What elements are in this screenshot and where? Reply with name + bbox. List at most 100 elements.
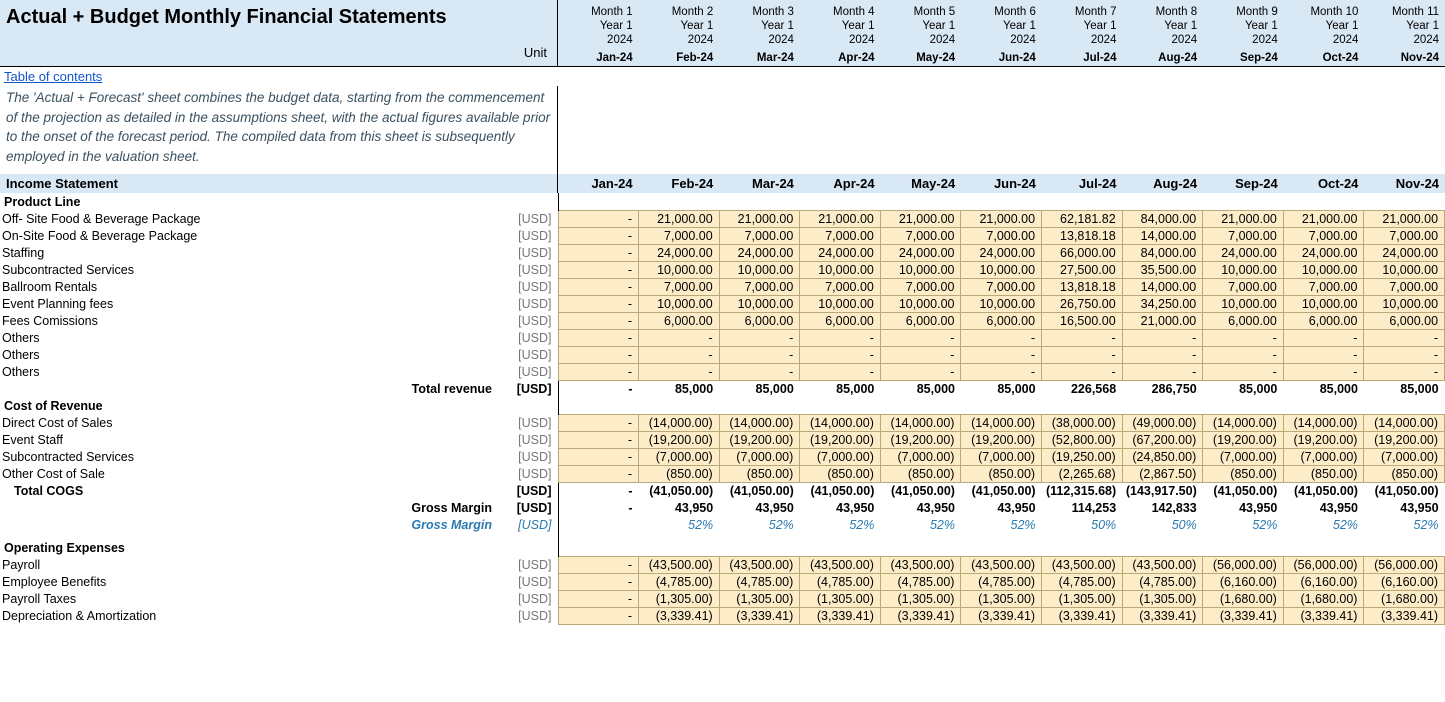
cell: - [558, 295, 639, 312]
opex-header: Operating Expenses [0, 539, 1445, 556]
section-month-col: Jan-24 [558, 174, 639, 193]
cell [880, 539, 961, 556]
cell: 7,000.00 [639, 227, 720, 244]
cell: 10,000.00 [1283, 261, 1364, 278]
cell: (52,800.00) [1042, 431, 1123, 448]
cell: (4,785.00) [1042, 573, 1123, 590]
cell: (19,250.00) [1042, 448, 1123, 465]
cell: - [558, 573, 639, 590]
cell: - [558, 329, 639, 346]
cell: (850.00) [961, 465, 1042, 482]
period-header-col: Month 6Year 12024Jun-24 [961, 0, 1042, 66]
cell: (1,680.00) [1203, 590, 1284, 607]
row-label: Payroll [0, 556, 498, 573]
cell: - [880, 346, 961, 363]
cell: (19,200.00) [1283, 431, 1364, 448]
cost-row: Subcontracted Services[USD]-(7,000.00)(7… [0, 448, 1445, 465]
cell [639, 397, 720, 414]
cell: (14,000.00) [1364, 414, 1445, 431]
cell: (143,917.50) [1122, 482, 1203, 499]
cell: 52% [1203, 516, 1284, 533]
row-label: Off- Site Food & Beverage Package [0, 210, 498, 227]
row-label: Subcontracted Services [0, 448, 498, 465]
row-label: Subcontracted Services [0, 261, 498, 278]
toc-link[interactable]: Table of contents [0, 67, 106, 86]
page-title: Actual + Budget Monthly Financial Statem… [6, 4, 551, 29]
cell: 85,000 [1283, 380, 1364, 397]
period-header-col: Month 8Year 12024Aug-24 [1122, 0, 1203, 66]
cell: (2,867.50) [1122, 465, 1203, 482]
product-row: Subcontracted Services[USD]-10,000.0010,… [0, 261, 1445, 278]
row-label: Payroll Taxes [0, 590, 498, 607]
cell: (43,500.00) [719, 556, 800, 573]
cell: - [800, 346, 881, 363]
cell: - [558, 590, 639, 607]
cell: 10,000.00 [961, 261, 1042, 278]
cell: (3,339.41) [1203, 607, 1284, 624]
cell: (1,305.00) [1042, 590, 1123, 607]
cell: 24,000.00 [639, 244, 720, 261]
cell: (41,050.00) [639, 482, 720, 499]
product-row: Fees Comissions[USD]-6,000.006,000.006,0… [0, 312, 1445, 329]
cell: 43,950 [961, 499, 1042, 516]
row-label: Employee Benefits [0, 573, 498, 590]
row-unit: [USD] [498, 363, 558, 380]
row-label: Gross Margin [0, 499, 498, 516]
cell: (19,200.00) [800, 431, 881, 448]
row-unit: [USD] [498, 414, 558, 431]
row-unit: [USD] [498, 431, 558, 448]
cell: 43,950 [1364, 499, 1445, 516]
cell: (3,339.41) [639, 607, 720, 624]
cell: 26,750.00 [1042, 295, 1123, 312]
row-unit: [USD] [498, 227, 558, 244]
cell: 66,000.00 [1042, 244, 1123, 261]
financial-grid: Product LineOff- Site Food & Beverage Pa… [0, 193, 1445, 625]
cell: (24,850.00) [1122, 448, 1203, 465]
cell: - [558, 346, 639, 363]
cell: (19,200.00) [1364, 431, 1445, 448]
cell: 85,000 [719, 380, 800, 397]
cell: (7,000.00) [880, 448, 961, 465]
cell [1203, 193, 1284, 210]
product-row: On-Site Food & Beverage Package[USD]-7,0… [0, 227, 1445, 244]
cell: 10,000.00 [1203, 261, 1284, 278]
cell: 24,000.00 [880, 244, 961, 261]
period-header-col: Month 10Year 12024Oct-24 [1284, 0, 1365, 66]
cell: (43,500.00) [880, 556, 961, 573]
section-month-col: Jun-24 [961, 174, 1042, 193]
cell: 21,000.00 [1364, 210, 1445, 227]
row-label: Ballroom Rentals [0, 278, 498, 295]
cell: (3,339.41) [1364, 607, 1445, 624]
cell: 14,000.00 [1122, 278, 1203, 295]
cell: - [961, 329, 1042, 346]
cell: (43,500.00) [1042, 556, 1123, 573]
cell: (850.00) [719, 465, 800, 482]
cell: (14,000.00) [961, 414, 1042, 431]
section-month-col: Jul-24 [1042, 174, 1123, 193]
section-month-col: Sep-24 [1203, 174, 1284, 193]
row-label: Operating Expenses [0, 539, 498, 556]
cell [1283, 397, 1364, 414]
cell: (7,000.00) [719, 448, 800, 465]
period-header-col: Month 9Year 12024Sep-24 [1203, 0, 1284, 66]
cell: (43,500.00) [961, 556, 1042, 573]
cell: 10,000.00 [880, 261, 961, 278]
cell: (14,000.00) [639, 414, 720, 431]
row-label: Direct Cost of Sales [0, 414, 498, 431]
cell: 24,000.00 [719, 244, 800, 261]
cell [558, 397, 639, 414]
row-unit [498, 193, 558, 210]
cell: (43,500.00) [1122, 556, 1203, 573]
row-unit: [USD] [498, 210, 558, 227]
cell: 14,000.00 [1122, 227, 1203, 244]
period-headers: Month 1Year 12024Jan-24Month 2Year 12024… [558, 0, 1445, 66]
cell: 84,000.00 [1122, 244, 1203, 261]
cell: - [880, 363, 961, 380]
row-unit: [USD] [498, 499, 558, 516]
row-unit: [USD] [498, 465, 558, 482]
cell: 7,000.00 [719, 227, 800, 244]
cell: - [558, 556, 639, 573]
cell: 24,000.00 [1203, 244, 1284, 261]
cell: (14,000.00) [800, 414, 881, 431]
cell [961, 539, 1042, 556]
